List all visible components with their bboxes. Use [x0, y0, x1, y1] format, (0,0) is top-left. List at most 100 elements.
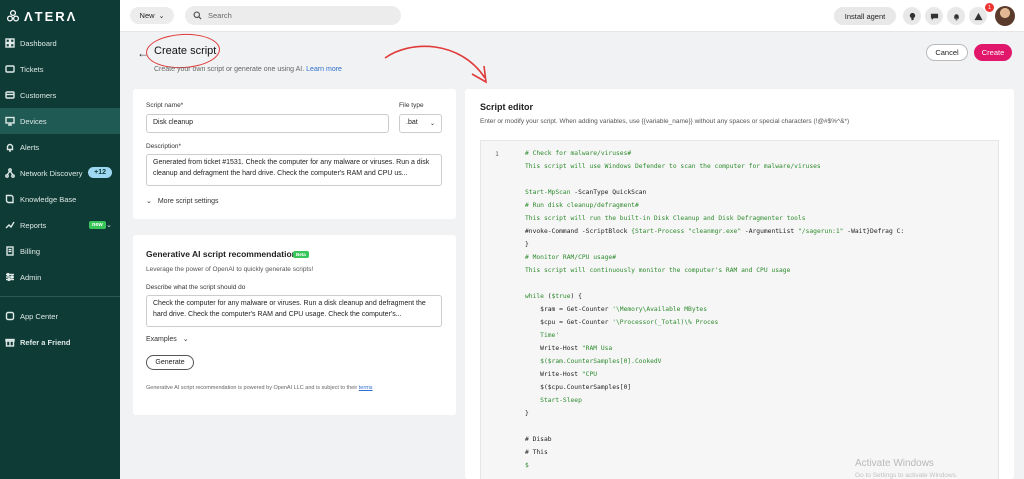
code-line: # Disab — [525, 436, 552, 443]
reports-new-badge: new — [89, 221, 106, 229]
chevron-down-icon[interactable]: ⌄ — [106, 221, 112, 229]
script-editor-subtitle: Enter or modify your script. When adding… — [480, 118, 850, 125]
code-line: # Check for malware/viruses# — [525, 150, 632, 157]
chat-icon[interactable] — [925, 7, 943, 25]
code-line: $($ram.CounterSamples[0].CookedV — [525, 358, 662, 365]
cancel-button[interactable]: Cancel — [926, 44, 968, 61]
sidebar-item-refer-a-friend[interactable]: Refer a Friend — [0, 329, 120, 355]
warning-icon[interactable] — [969, 7, 987, 25]
code-line: } — [525, 241, 529, 248]
file-type-value: .bat — [406, 119, 418, 126]
billing-icon — [4, 246, 15, 257]
search-placeholder: Search — [208, 11, 232, 20]
page-title: Create script — [154, 45, 217, 57]
chevron-down-icon: ⌄ — [146, 198, 152, 205]
script-name-input[interactable]: Disk cleanup — [146, 114, 389, 133]
chevron-down-icon: ⌄ — [158, 12, 165, 20]
code-line: $($cpu.CounterSamples[0] — [525, 384, 632, 391]
chevron-down-icon: ⌄ — [429, 121, 435, 127]
sidebar-item-billing[interactable]: Billing — [0, 238, 120, 264]
activate-windows-watermark: Activate Windows — [855, 458, 934, 469]
file-type-select[interactable]: .bat ⌄ — [399, 114, 442, 133]
sidebar-item-label: Refer a Friend — [20, 337, 71, 347]
examples-label: Examples — [146, 336, 177, 343]
sidebar-item-label: Knowledge Base — [20, 194, 77, 204]
network-discovery-count-badge: +12 — [88, 167, 112, 178]
sidebar-item-label: Alerts — [20, 142, 40, 152]
sidebar-item-app-center[interactable]: App Center — [0, 303, 120, 329]
generate-button[interactable]: Generate — [146, 355, 194, 370]
avatar[interactable] — [995, 6, 1015, 26]
lightbulb-icon[interactable] — [903, 7, 921, 25]
chevron-down-icon: ⌄ — [182, 336, 189, 343]
ticket-icon — [4, 64, 15, 75]
sidebar-item-label: Admin — [20, 272, 42, 282]
sidebar-item-network-discovery[interactable]: Network Discovery +12 — [0, 160, 120, 186]
script-name-label: Script name* — [146, 102, 184, 109]
search-input[interactable]: Search — [185, 6, 401, 25]
learn-more-link[interactable]: Learn more — [306, 66, 342, 73]
sidebar-item-label: Devices — [20, 116, 47, 126]
monitor-icon — [4, 116, 15, 127]
logo-mark-icon — [6, 9, 20, 22]
code-line: $ram = Get-Counter '\Memory\Available MB… — [525, 306, 707, 313]
new-button[interactable]: New ⌄ — [130, 7, 174, 24]
network-icon — [4, 168, 15, 179]
sidebar-item-label: Dashboard — [20, 38, 57, 48]
sidebar-item-tickets[interactable]: Tickets — [0, 56, 120, 82]
sidebar-item-admin[interactable]: Admin — [0, 264, 120, 290]
code-line: } — [525, 410, 529, 417]
ai-card-title: Generative AI script recommendation — [146, 249, 297, 259]
brand-logo[interactable]: ΛTERΛ — [0, 0, 120, 32]
code-line: # This — [525, 449, 548, 456]
install-agent-button[interactable]: Install agent — [834, 7, 896, 25]
code-editor[interactable]: 1 # Check for malware/viruses# This scri… — [480, 140, 999, 479]
gift-icon — [4, 337, 15, 348]
code-line: This script will use Windows Defender to… — [525, 163, 821, 170]
reports-icon — [4, 220, 15, 231]
beta-badge: Beta — [293, 251, 309, 258]
code-line: Write-Host "CPU — [525, 371, 598, 378]
sidebar-divider — [0, 296, 120, 297]
script-editor-card: Script editor Enter or modify your scrip… — [465, 89, 1014, 479]
page-subtitle-text: Create your own script or generate one u… — [154, 66, 305, 73]
description-label: Description* — [146, 143, 182, 150]
description-textarea[interactable]: Generated from ticket #1531. Check the c… — [146, 154, 442, 186]
sidebar-item-alerts[interactable]: Alerts — [0, 134, 120, 160]
sidebar-item-label: App Center — [20, 311, 58, 321]
more-settings-label: More script settings — [157, 198, 219, 205]
code-line: Write-Host "RAM Usa — [525, 345, 613, 352]
sidebar-item-reports[interactable]: Reports new ⌄ — [0, 212, 120, 238]
sidebar-item-label: Network Discovery — [20, 168, 83, 178]
ai-card-subtitle: Leverage the power of OpenAI to quickly … — [146, 266, 314, 273]
terms-link[interactable]: terms — [359, 385, 373, 391]
bell-icon[interactable] — [947, 7, 965, 25]
bell-icon — [4, 142, 15, 153]
code-line: Time' — [525, 332, 560, 339]
page-subtitle: Create your own script or generate one u… — [154, 66, 342, 73]
examples-toggle[interactable]: Examples ⌄ — [146, 335, 189, 343]
sidebar-item-label: Reports — [20, 220, 47, 230]
create-button[interactable]: Create — [974, 44, 1012, 61]
sidebar-item-dashboard[interactable]: Dashboard — [0, 30, 120, 56]
brand-name: ΛTERΛ — [24, 8, 78, 24]
code-line: This script will continuously monitor th… — [525, 267, 791, 274]
app-center-icon — [4, 311, 15, 322]
sidebar-item-label: Customers — [20, 90, 57, 100]
code-line: $cpu = Get-Counter '\Processor(_Total)\%… — [525, 319, 719, 326]
code-line: while ($true) { — [525, 293, 582, 300]
search-icon — [193, 11, 202, 20]
script-editor-title: Script editor — [480, 102, 534, 112]
more-script-settings-toggle[interactable]: ⌄ More script settings — [146, 197, 219, 205]
sidebar-item-knowledge-base[interactable]: Knowledge Base — [0, 186, 120, 212]
top-bar: New ⌄ Search Install agent 1 — [120, 0, 1024, 32]
sidebar-item-devices[interactable]: Devices — [0, 108, 120, 134]
sidebar-item-label: Billing — [20, 246, 41, 256]
sidebar-item-customers[interactable]: Customers — [0, 82, 120, 108]
sidebar: ΛTERΛ Dashboard Tickets Customers Device… — [0, 0, 120, 479]
ai-prompt-textarea[interactable]: Check the computer for any malware or vi… — [146, 295, 442, 327]
customers-icon — [4, 90, 15, 101]
code-line: #nvoke-Command -ScriptBlock {Start-Proce… — [525, 228, 905, 235]
ai-recommendation-card: Generative AI script recommendation Beta… — [133, 235, 456, 415]
line-number: 1 — [495, 150, 499, 158]
